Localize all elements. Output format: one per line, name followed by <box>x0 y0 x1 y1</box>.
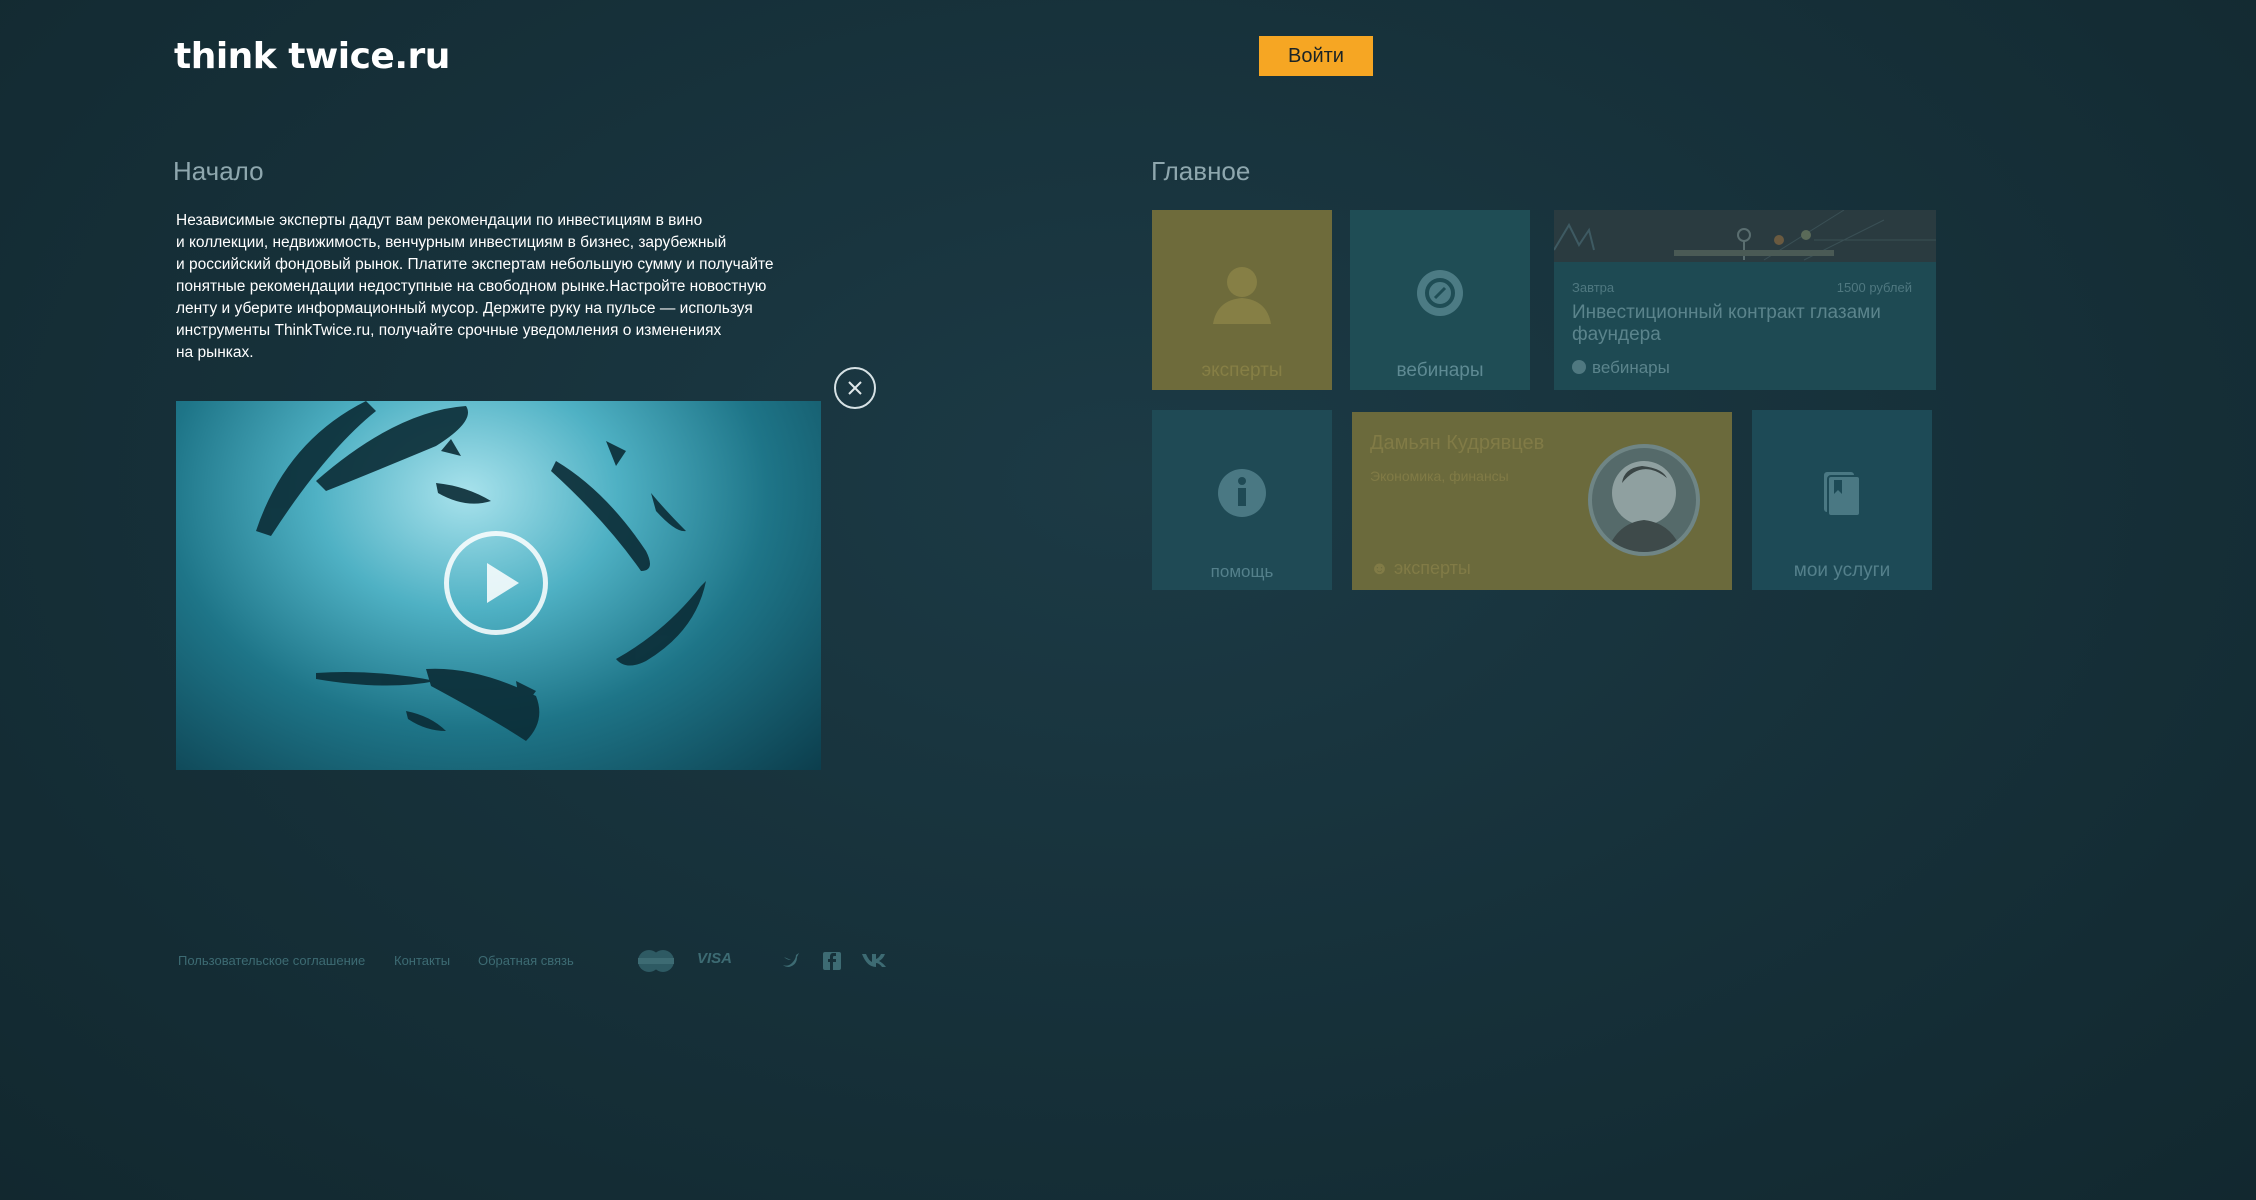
tile-help[interactable]: помощь <box>1152 410 1332 590</box>
intro-line: и коллекции, недвижимость, венчурным инв… <box>176 234 727 251</box>
footer-link-feedback[interactable]: Обратная связь <box>478 953 574 968</box>
tile-event-webinar[interactable]: Завтра 1500 рублей Инвестиционный контра… <box>1554 210 1936 390</box>
event-price: 1500 рублей <box>1836 280 1912 295</box>
footer-link-agreement[interactable]: Пользовательское соглашение <box>178 953 365 968</box>
book-icon <box>1824 472 1861 517</box>
site-logo[interactable]: think twice.ru <box>174 36 450 77</box>
intro-line: на рынках. <box>176 344 254 361</box>
intro-line: и российский фондовый рынок. Платите экс… <box>176 256 774 273</box>
start-section-title: Начало <box>173 156 264 186</box>
intro-video[interactable] <box>176 401 821 770</box>
person-icon: ☻ <box>1370 558 1389 578</box>
expert-category-label: эксперты <box>1393 558 1471 578</box>
visa-icon: VISA <box>697 950 733 967</box>
intro-line: Независимые эксперты дадут вам рекоменда… <box>176 212 703 229</box>
intro-line: понятные рекомендации недоступные на сво… <box>176 278 767 295</box>
tile-label: мои услуги <box>1793 560 1891 581</box>
footer-link-contacts[interactable]: Контакты <box>394 953 450 968</box>
event-date: Завтра <box>1572 280 1615 295</box>
tile-expert-profile[interactable]: Дамьян Кудрявцев Экономика, финансы ☻ эк… <box>1352 412 1732 590</box>
tile-my-services[interactable]: мои услуги <box>1752 410 1932 590</box>
play-icon <box>487 563 519 603</box>
vk-icon[interactable] <box>862 952 890 968</box>
expert-field: Экономика, финансы <box>1370 468 1509 484</box>
expert-name: Дамьян Кудрявцев <box>1370 432 1545 454</box>
event-category: вебинары <box>1572 358 1670 378</box>
close-video-button[interactable] <box>834 367 876 409</box>
expert-category: ☻ эксперты <box>1370 558 1471 579</box>
avatar <box>1588 444 1700 556</box>
intro-text: Независимые эксперты дадут вам рекоменда… <box>176 210 816 364</box>
person-icon <box>1213 267 1271 324</box>
event-title: Инвестиционный контракт глазами фаундера <box>1572 302 1881 345</box>
tile-label: эксперты <box>1201 360 1283 381</box>
tile-webinars[interactable]: вебинары <box>1350 210 1530 390</box>
intro-line: ленту и уберите информационный мусор. Де… <box>176 300 753 317</box>
mastercard-icon <box>638 950 674 972</box>
tile-label: вебинары <box>1396 360 1484 381</box>
close-icon <box>848 381 862 395</box>
tile-experts[interactable]: эксперты <box>1152 210 1332 390</box>
login-button[interactable]: Войти <box>1259 36 1373 76</box>
main-section-title: Главное <box>1151 156 1251 186</box>
webinar-icon <box>1417 270 1463 316</box>
webinar-icon <box>1572 360 1586 374</box>
info-icon <box>1218 469 1266 517</box>
play-button[interactable] <box>444 531 548 635</box>
event-category-label: вебинары <box>1592 358 1670 377</box>
event-banner-image <box>1554 210 1936 262</box>
intro-line: инструменты ThinkTwice.ru, получайте сро… <box>176 322 722 339</box>
facebook-icon[interactable] <box>823 952 841 970</box>
tile-label: помощь <box>1210 562 1274 581</box>
twitter-icon[interactable] <box>782 952 800 968</box>
